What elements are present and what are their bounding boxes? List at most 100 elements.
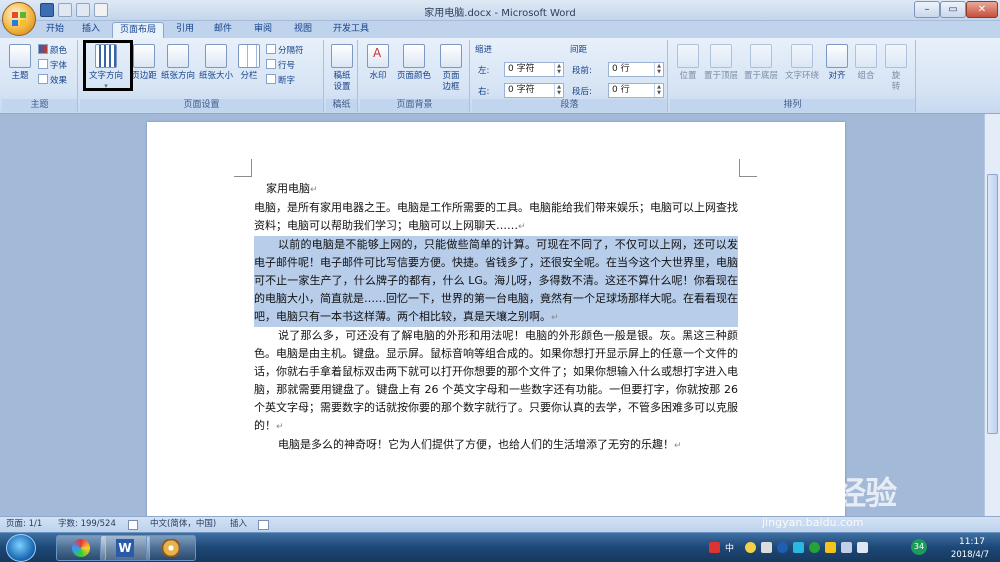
group-label-page-setup: 页面设置 [80,99,323,112]
tray-language[interactable]: 中 [725,541,739,555]
margin-corner-mark [234,159,252,177]
watermark-icon: A [367,44,389,68]
taskbar-app-browser[interactable] [56,535,106,561]
document-page[interactable]: 家用电脑↵ 电脑，是所有家用电器之王。电脑是工作所需要的工具。电脑能给我们带来娱… [147,122,845,516]
office-button[interactable] [2,2,36,36]
draft-paper-icon [331,44,353,68]
margins-button[interactable]: 页边距 [130,42,158,96]
watermark-button[interactable]: A 水印 [364,42,392,96]
minimize-button[interactable]: – [914,1,940,18]
theme-fonts-button[interactable]: 字体 [38,59,67,71]
columns-button[interactable]: 分栏 [236,42,262,96]
spelling-check-icon[interactable] [128,520,138,530]
tray-security-icon[interactable] [825,542,836,553]
clock-date[interactable]: 2018/4/7 [944,550,996,560]
status-insert-mode[interactable]: 插入 [230,517,247,533]
status-language[interactable]: 中文(简体，中国) [150,517,216,533]
margins-icon [133,44,155,68]
tab-insert[interactable]: 插入 [76,22,106,38]
position-button[interactable]: 位置 [674,42,702,96]
indent-left-label: 左: [478,66,490,76]
baidu-watermark: Bai 经验 [770,474,897,512]
tab-home[interactable]: 开始 [40,22,70,38]
hyphenation-button[interactable]: 断字 [266,74,295,86]
tray-settings-icon[interactable] [761,542,772,553]
tray-help-icon[interactable] [777,542,788,553]
send-to-back-button[interactable]: 置于底层 [742,42,780,96]
clock-time[interactable]: 11:17 [952,537,992,547]
paragraph[interactable]: 电脑是多么的神奇呀！它为人们提供了方便，也给人们的生活增添了无穷的乐趣！↵ [254,436,738,455]
tray-moon-icon[interactable] [745,542,756,553]
page-size-button[interactable]: 纸张大小 [198,42,234,96]
align-button[interactable]: 对齐 [824,42,850,96]
macro-record-icon[interactable] [258,520,269,530]
paragraph-selected[interactable]: 以前的电脑是不能够上网的，只能做些简单的计算。可现在不同了，不仅可以上网，还可以… [254,236,738,327]
orientation-icon [167,44,189,68]
text-wrapping-button[interactable]: 文字环绕 [782,42,822,96]
hyphenation-icon [266,74,276,84]
tab-review[interactable]: 审阅 [248,22,278,38]
start-button[interactable] [6,534,36,562]
group-themes: 主题 颜色 字体 效果 主题 [2,40,78,112]
theme-colors-button[interactable]: 颜色 [38,44,67,56]
tray-network-icon[interactable] [841,542,852,553]
tab-mailings[interactable]: 邮件 [208,22,238,38]
effects-icon [38,74,48,84]
maximize-button[interactable]: ▭ [940,1,966,18]
tray-ime-icon[interactable] [709,542,720,553]
indent-right-input[interactable]: 0 字符 ▲ ▼ [504,83,564,98]
tray-app-icon[interactable] [793,542,804,553]
bring-to-front-button[interactable]: 置于顶层 [702,42,740,96]
spinner-arrows-icon[interactable]: ▲ ▼ [654,63,663,76]
paint-icon [162,539,180,557]
line-numbers-button[interactable]: 行号 [266,59,295,71]
page-borders-button[interactable]: 页面边框 [436,42,466,96]
line-numbers-icon [266,59,276,69]
breaks-icon [266,44,276,54]
taskbar-app-word[interactable]: W [100,535,150,561]
group-label-arrange: 排列 [670,99,915,112]
group-paragraph: 缩进 左: 0 字符 ▲ ▼ 右: 0 字符 ▲ ▼ 间距 段前: 0 行 ▲ ▼ 段后: … [472,40,668,112]
document-body[interactable]: 家用电脑↵ 电脑，是所有家用电器之王。电脑是工作所需要的工具。电脑能给我们带来娱… [254,180,738,455]
theme-effects-button[interactable]: 效果 [38,74,67,86]
scrollbar-thumb[interactable] [987,174,998,434]
status-word-count[interactable]: 字数: 199/524 [58,517,116,533]
themes-button[interactable]: 主题 [4,42,36,96]
taskbar: W 中 34 11:17 2018/4/7 [0,532,1000,562]
tab-page-layout[interactable]: 页面布局 [112,22,164,38]
group-label-page-background: 页面背景 [360,99,469,112]
spinner-arrows-icon[interactable]: ▲ ▼ [554,84,563,97]
vertical-scrollbar[interactable] [984,114,1000,516]
align-icon [826,44,848,68]
close-button[interactable]: ✕ [966,1,998,18]
spinner-arrows-icon[interactable]: ▲ ▼ [654,84,663,97]
indent-left-input[interactable]: 0 字符 ▲ ▼ [504,62,564,77]
color-palette-icon [38,44,48,54]
tray-badge-icon[interactable]: 34 [911,539,927,555]
spacing-after-input[interactable]: 0 行 ▲ ▼ [608,83,664,98]
tab-references[interactable]: 引用 [170,22,200,38]
tray-volume-icon[interactable] [857,542,868,553]
tray-antivirus-icon[interactable] [809,542,820,553]
group-objects-icon [855,44,877,68]
send-to-back-icon [750,44,772,68]
orientation-button[interactable]: 纸张方向 [160,42,196,96]
rotate-button[interactable]: 旋转 [882,42,910,96]
font-icon [38,59,48,69]
ribbon: 主题 颜色 字体 效果 主题 文字方向 ▾ 页边距 纸张方向 纸张大小 分栏 分… [0,38,1000,114]
tab-view[interactable]: 视图 [288,22,318,38]
tab-developer[interactable]: 开发工具 [328,22,374,38]
taskbar-app-paint[interactable] [146,535,196,561]
breaks-button[interactable]: 分隔符 [266,44,304,56]
paragraph[interactable]: 电脑，是所有家用电器之王。电脑是工作所需要的工具。电脑能给我们带来娱乐；电脑可以… [254,199,738,236]
paragraph[interactable]: 说了那么多，可还没有了解电脑的外形和用法呢！电脑的外形颜色一般是银。灰。黑这三种… [254,327,738,436]
draft-paper-button[interactable]: 稿纸设置 [328,42,356,96]
baidu-watermark-url: jingyan.baidu.com [762,516,864,529]
indent-title: 缩进 [475,45,493,55]
status-page[interactable]: 页面: 1/1 [6,517,42,533]
spacing-before-input[interactable]: 0 行 ▲ ▼ [608,62,664,77]
group-page-background: A 水印 页面颜色 页面边框 页面背景 [360,40,470,112]
spinner-arrows-icon[interactable]: ▲ ▼ [554,63,563,76]
page-color-button[interactable]: 页面颜色 [394,42,434,96]
group-objects-button[interactable]: 组合 [852,42,880,96]
